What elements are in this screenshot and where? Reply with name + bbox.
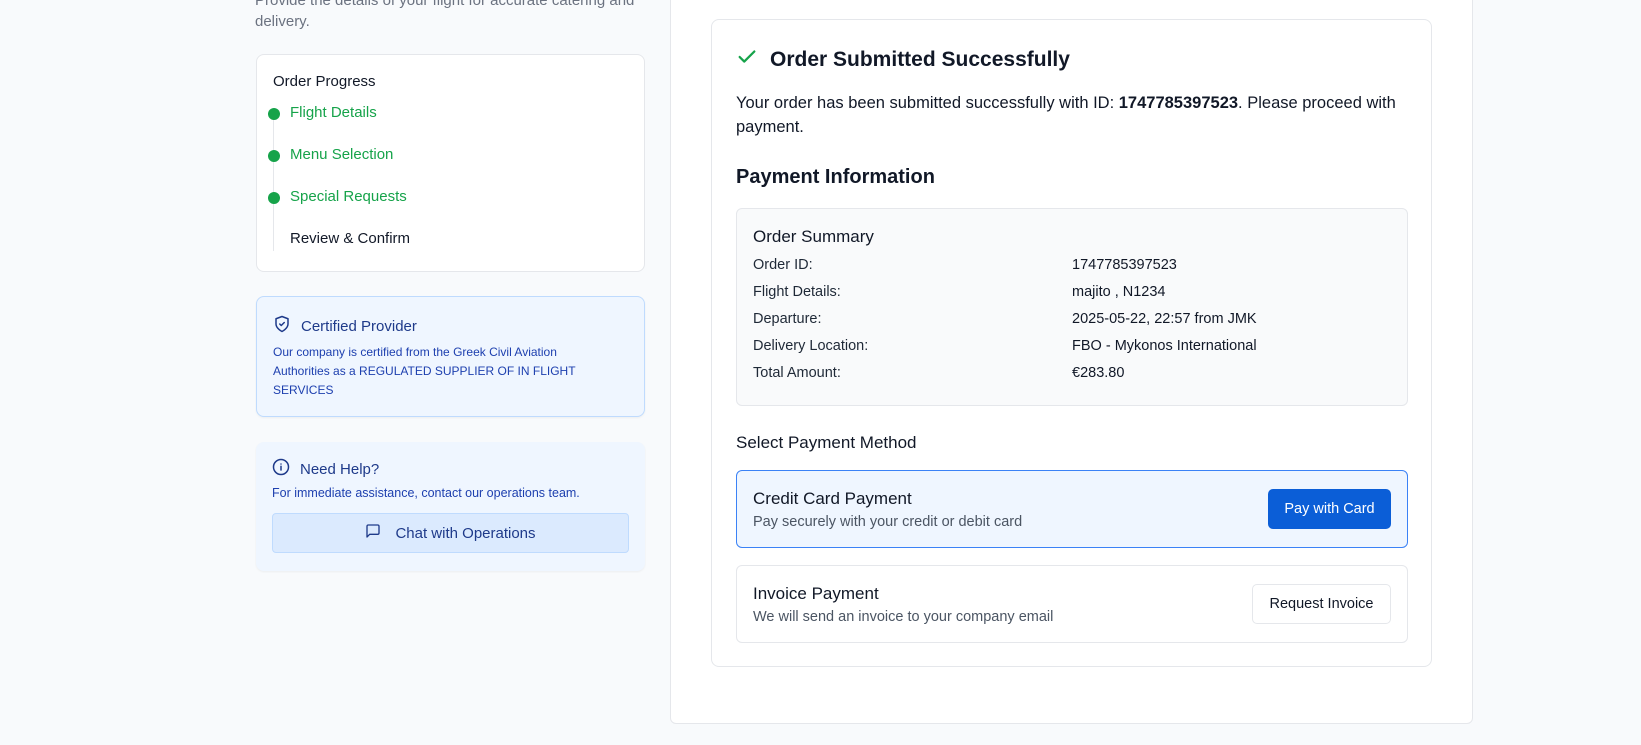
order-summary-title: Order Summary — [753, 227, 874, 246]
info-icon — [272, 458, 290, 481]
intro-text: Provide the details of your flight for a… — [255, 0, 635, 30]
summary-key: Delivery Location: — [753, 338, 869, 354]
method-name: Invoice Payment — [753, 584, 879, 603]
need-help-card: Need Help? For immediate assistance, con… — [256, 442, 645, 571]
method-description: We will send an invoice to your company … — [753, 609, 1054, 625]
method-description: Pay securely with your credit or debit c… — [753, 514, 1023, 530]
step-label: Menu Selection — [290, 146, 394, 163]
success-order-id: 1747785397523 — [1118, 94, 1239, 112]
step-complete-dot — [268, 150, 280, 162]
request-invoice-button[interactable]: Request Invoice — [1252, 584, 1391, 624]
order-progress-title: Order Progress — [273, 73, 376, 90]
step-label: Review & Confirm — [290, 230, 411, 247]
need-help-title: Need Help? — [300, 461, 380, 478]
order-summary-box: Order Summary Order ID: 1747785397523 Fl… — [736, 208, 1408, 406]
step-label: Flight Details — [290, 104, 377, 121]
summary-key: Departure: — [753, 311, 822, 327]
chat-button-label: Chat with Operations — [395, 524, 536, 542]
select-payment-method-title: Select Payment Method — [736, 433, 917, 452]
summary-value: €283.80 — [1072, 365, 1125, 381]
check-icon — [736, 46, 758, 73]
payment-method-credit-card[interactable]: Credit Card Payment Pay securely with yo… — [736, 470, 1408, 548]
need-help-text: For immediate assistance, contact our op… — [272, 486, 580, 500]
certified-provider-card: Certified Provider Our company is certif… — [256, 296, 645, 417]
step-complete-dot — [268, 192, 280, 204]
success-message-prefix: Your order has been submitted successful… — [736, 94, 1119, 112]
summary-key: Flight Details: — [753, 284, 841, 300]
certified-title: Certified Provider — [301, 318, 417, 335]
order-progress-card: Order Progress Flight Details Menu Selec… — [256, 54, 645, 272]
message-square-icon — [365, 523, 381, 544]
certified-text: Our company is certified from the Greek … — [273, 345, 576, 397]
progress-line — [273, 111, 274, 251]
order-success-card: Order Submitted Successfully Your order … — [711, 19, 1432, 667]
method-name: Credit Card Payment — [753, 489, 912, 508]
summary-value: FBO - Mykonos International — [1072, 338, 1257, 354]
shield-check-icon — [273, 315, 291, 338]
payment-method-invoice[interactable]: Invoice Payment We will send an invoice … — [736, 565, 1408, 643]
success-message: Your order has been submitted successful… — [736, 91, 1406, 139]
chat-with-operations-button[interactable]: Chat with Operations — [272, 513, 629, 553]
step-label: Special Requests — [290, 188, 407, 205]
summary-key: Order ID: — [753, 257, 813, 273]
summary-key: Total Amount: — [753, 365, 841, 381]
payment-information-title: Payment Information — [736, 166, 935, 188]
step-complete-dot — [268, 108, 280, 120]
pay-with-card-button[interactable]: Pay with Card — [1268, 489, 1391, 529]
summary-value: majito , N1234 — [1072, 284, 1166, 300]
success-title: Order Submitted Successfully — [770, 47, 1070, 71]
summary-value: 1747785397523 — [1072, 257, 1177, 273]
summary-value: 2025-05-22, 22:57 from JMK — [1072, 311, 1257, 327]
